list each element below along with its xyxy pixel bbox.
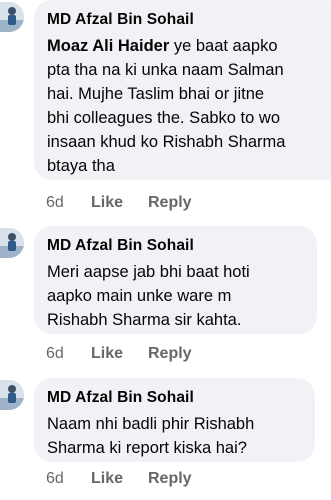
comment-line: hai. Mujhe Taslim bhai or jitne (47, 85, 265, 103)
comment-text: Moaz Ali Haider ye baat aapko pta tha na… (47, 34, 331, 178)
comment-line: Sharma ki report kiska hai? (47, 439, 247, 457)
avatar-icon[interactable] (0, 380, 24, 410)
avatar-icon[interactable] (0, 2, 24, 32)
comment-line: pta tha na ki unka naam Salman (47, 61, 284, 79)
comment-author[interactable]: MD Afzal Bin Sohail (47, 11, 194, 29)
comment-line: Meri aapse jab bhi baat hoti (47, 263, 250, 281)
comment-line: Rishabh Sharma sir kahta. (47, 311, 242, 329)
reply-button[interactable]: Reply (148, 345, 192, 363)
comment-line: insaan khud ko Rishabh Sharma (47, 133, 286, 151)
comment-author[interactable]: MD Afzal Bin Sohail (47, 389, 194, 407)
comment-line: bhi colleagues the. Sabko to wo (47, 109, 280, 127)
avatar-icon[interactable] (0, 228, 24, 258)
reply-button[interactable]: Reply (148, 470, 192, 488)
like-button[interactable]: Like (91, 194, 123, 212)
mention-link[interactable]: Moaz Ali Haider (47, 37, 169, 55)
comment-text: Meri aapse jab bhi baat hoti aapko main … (47, 260, 331, 332)
comment-line: aapko main unke ware m (47, 287, 232, 305)
comment-author[interactable]: MD Afzal Bin Sohail (47, 237, 194, 255)
comment-line: Moaz Ali Haider ye baat aapko (47, 34, 331, 58)
like-button[interactable]: Like (91, 345, 123, 363)
reply-button[interactable]: Reply (148, 194, 192, 212)
comment-line: btaya tha (47, 157, 115, 175)
comment-age: 6d (46, 345, 64, 362)
comment-text: Naam nhi badli phir Rishabh Sharma ki re… (47, 412, 331, 460)
comment-line-text: ye baat aapko (169, 37, 278, 55)
like-button[interactable]: Like (91, 470, 123, 488)
comment-age: 6d (46, 470, 64, 487)
comment-line: Naam nhi badli phir Rishabh (47, 415, 255, 433)
comment-age: 6d (46, 194, 64, 211)
